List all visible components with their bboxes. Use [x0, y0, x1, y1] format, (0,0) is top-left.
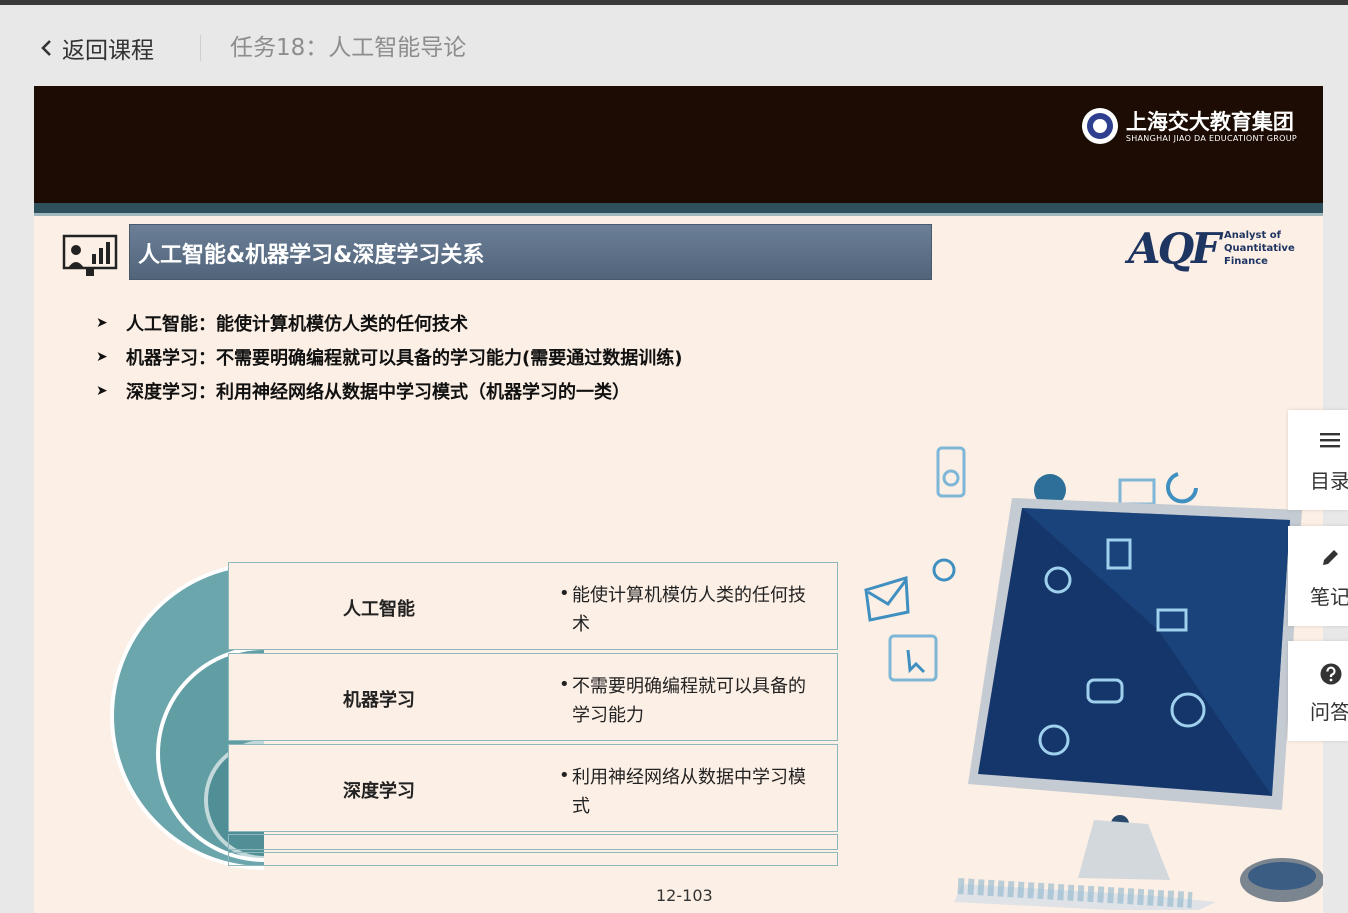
- table-footer-row: [228, 852, 838, 866]
- seal-icon: [1081, 108, 1118, 144]
- qa-panel-button[interactable]: 问答: [1288, 641, 1348, 741]
- slide-title: 人工智能&机器学习&深度学习关系: [138, 243, 485, 268]
- row-label: 机器学习: [343, 690, 415, 711]
- arrow-bullet-icon: ➤: [96, 349, 108, 365]
- logo-name-cn: 上海交大教育集团: [1125, 108, 1294, 134]
- toc-panel-button[interactable]: 目录: [1288, 410, 1348, 510]
- banner-stripe-light: [34, 213, 1323, 216]
- back-to-course-button[interactable]: 返回课程: [40, 33, 154, 64]
- row-description: 能使计算机模仿人类的任何技术: [572, 585, 806, 635]
- aqf-logo-line1: Analyst of: [1224, 230, 1281, 241]
- table-row: 机器学习 • 不需要明确编程就可以具备的学习能力: [228, 653, 838, 741]
- video-player[interactable]: 上海交大教育集团 SHANGHAI JIAO DA EDUCATIONT GRO…: [34, 86, 1323, 913]
- chevron-left-icon: [41, 40, 51, 56]
- row-label: 深度学习: [343, 781, 415, 802]
- slide-banner: 上海交大教育集团 SHANGHAI JIAO DA EDUCATIONT GRO…: [34, 86, 1323, 203]
- bullet-item: ➤ 深度学习：利用神经网络从数据中学习模式（机器学习的一类）: [96, 382, 630, 403]
- qa-label: 问答: [1310, 700, 1348, 724]
- back-label: 返回课程: [62, 38, 154, 64]
- computer-illustration: [864, 446, 1323, 910]
- bullet-item: ➤ 机器学习：不需要明确编程就可以具备的学习能力(需要通过数据训练): [96, 348, 683, 369]
- header-divider: [200, 35, 201, 61]
- bullet-item: ➤ 人工智能：能使计算机模仿人类的任何技术: [96, 314, 468, 335]
- toc-label: 目录: [1310, 469, 1348, 493]
- table-row: 深度学习 • 利用神经网络从数据中学习模式: [228, 744, 838, 832]
- institution-logo: 上海交大教育集团 SHANGHAI JIAO DA EDUCATIONT GRO…: [1081, 108, 1297, 144]
- table-row: 人工智能 • 能使计算机模仿人类的任何技术: [228, 562, 838, 650]
- notes-panel-button[interactable]: 笔记: [1288, 526, 1348, 626]
- menu-icon: [1320, 433, 1340, 448]
- arrow-bullet-icon: ➤: [96, 383, 108, 399]
- presentation-board-icon: [62, 234, 118, 276]
- notes-label: 笔记: [1310, 585, 1348, 609]
- row-description: 不需要明确编程就可以具备的学习能力: [572, 676, 806, 726]
- aqf-logo: AQF Analyst of Quantitative Finance: [1128, 224, 1323, 273]
- arrow-bullet-icon: ➤: [96, 315, 108, 331]
- banner-stripe: [34, 203, 1323, 213]
- question-icon: [1320, 663, 1342, 685]
- pencil-icon: [1323, 550, 1338, 565]
- slide-page-number: 12-103: [656, 886, 713, 905]
- course-title: 任务18：人工智能导论: [230, 35, 467, 61]
- aqf-logo-mark: AQF: [1128, 224, 1221, 273]
- aqf-logo-line2: Quantitative Finance: [1224, 243, 1295, 267]
- slide-title-bar: 人工智能&机器学习&深度学习关系: [129, 224, 932, 280]
- row-description: 利用神经网络从数据中学习模式: [572, 767, 806, 817]
- table-footer-row: [228, 834, 838, 850]
- row-label: 人工智能: [343, 599, 415, 620]
- bullet-list: ➤ 人工智能：能使计算机模仿人类的任何技术 ➤ 机器学习：不需要明确编程就可以具备的…: [96, 306, 682, 408]
- logo-name-en: SHANGHAI JIAO DA EDUCATIONT GROUP: [1125, 133, 1297, 143]
- course-header: 返回课程 任务18：人工智能导论: [0, 5, 1348, 85]
